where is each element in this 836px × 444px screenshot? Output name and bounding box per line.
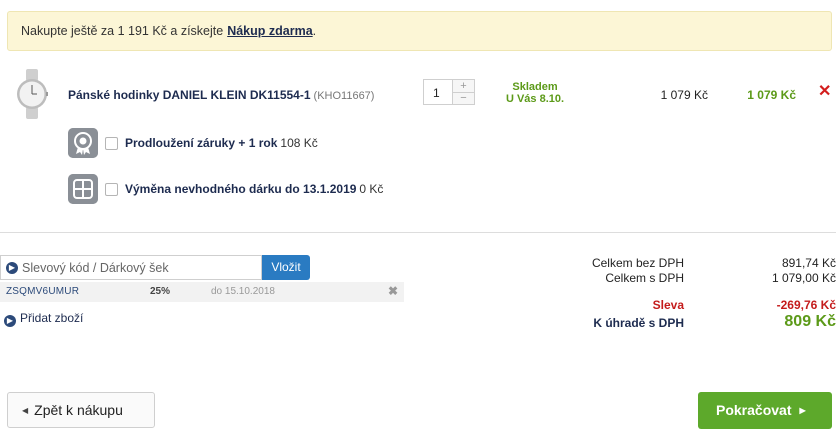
apply-coupon-button[interactable]: Vložit <box>262 255 310 280</box>
coupon-percent: 25% <box>150 286 171 297</box>
back-button-label: Zpět k nákupu <box>34 402 123 418</box>
warranty-label: Prodloužení záruky + 1 rok <box>125 136 278 150</box>
add-goods-label[interactable]: Přidat zboží <box>20 311 83 325</box>
gross-total-value: 1 079,00 Kč <box>771 271 836 285</box>
addon-gift-exchange: Výměna nevhodného dárku do 13.1.2019 0 Kč <box>68 174 468 204</box>
discount-label: Sleva <box>652 298 684 312</box>
gross-total-label: Celkem s DPH <box>605 271 684 285</box>
remove-item-icon[interactable]: ✕ <box>818 84 831 100</box>
chevron-left-icon: ◀ <box>22 406 29 415</box>
net-total-value: 891,74 Kč <box>781 256 836 270</box>
item-total-price: 1 079 Kč <box>747 88 796 102</box>
banner-text: Nakupte ještě za 1 191 Kč a získejte <box>21 24 224 38</box>
product-thumbnail[interactable] <box>16 68 48 120</box>
gift-exchange-option[interactable]: Výměna nevhodného dárku do 13.1.2019 0 Kč <box>125 182 383 196</box>
warranty-icon <box>68 128 98 158</box>
net-total-label: Celkem bez DPH <box>591 256 684 270</box>
gift-exchange-checkbox[interactable] <box>105 183 118 196</box>
gift-exchange-price: 0 Kč <box>359 182 384 196</box>
continue-button[interactable]: Pokračovat ▶ <box>698 392 832 429</box>
banner-end: . <box>312 24 317 38</box>
free-shipping-link[interactable]: Nákup zdarma <box>227 24 312 38</box>
coupon-form: ▶ Slevový kód / Dárkový šek Vložit <box>0 255 310 280</box>
quantity-stepper[interactable]: 1 + − <box>423 79 475 105</box>
add-goods-link[interactable]: ▶ Přidat zboží <box>4 311 83 327</box>
free-shipping-banner: Nakupte ještě za 1 191 Kč a získejte Nák… <box>7 11 832 51</box>
warranty-price: 108 Kč <box>280 136 318 150</box>
coupon-code: ZSQMV6UMUR <box>6 286 80 297</box>
back-to-shop-button[interactable]: ◀ Zpět k nákupu <box>7 392 155 428</box>
cart-item-row: Pánské hodinky DANIEL KLEIN DK11554-1 (KH… <box>0 68 836 122</box>
total-due-label: K úhradě s DPH <box>593 316 684 330</box>
applied-coupon-row: ZSQMV6UMUR 25% do 15.10.2018 ✖ <box>0 282 404 302</box>
stock-status: Skladem U Vás 8.10. <box>502 81 568 105</box>
discount-value: -269,76 Kč <box>776 298 836 312</box>
quantity-decrease-button[interactable]: − <box>453 92 474 104</box>
coupon-input[interactable]: ▶ Slevový kód / Dárkový šek <box>0 255 262 280</box>
product-code: (KHO11667) <box>313 90 375 102</box>
continue-button-label: Pokračovat <box>716 402 792 418</box>
coupon-valid-until: do 15.10.2018 <box>211 286 275 297</box>
product-name-link[interactable]: Pánské hodinky DANIEL KLEIN DK11554-1 (KH… <box>68 88 374 102</box>
stock-availability: Skladem <box>512 81 558 93</box>
chevron-right-icon: ▶ <box>6 262 18 274</box>
warranty-option[interactable]: Prodloužení záruky + 1 rok 108 Kč <box>125 136 318 150</box>
gift-exchange-label: Výměna nevhodného dárku do 13.1.2019 <box>125 182 357 196</box>
warranty-checkbox[interactable] <box>105 137 118 150</box>
quantity-buttons: + − <box>452 80 474 104</box>
chevron-right-icon: ▶ <box>4 315 16 327</box>
addon-warranty: Prodloužení záruky + 1 rok 108 Kč <box>68 128 468 158</box>
total-due-value: 809 Kč <box>784 313 836 330</box>
delivery-date: U Vás 8.10. <box>505 93 565 105</box>
section-divider <box>0 232 836 233</box>
product-name[interactable]: Pánské hodinky DANIEL KLEIN DK11554-1 <box>68 88 311 102</box>
quantity-input[interactable]: 1 <box>433 86 440 100</box>
chevron-right-icon: ▶ <box>799 406 806 415</box>
gift-exchange-icon <box>68 174 98 204</box>
coupon-placeholder: Slevový kód / Dárkový šek <box>22 261 169 275</box>
remove-coupon-icon[interactable]: ✖ <box>388 284 398 298</box>
unit-price: 1 079 Kč <box>660 88 708 102</box>
